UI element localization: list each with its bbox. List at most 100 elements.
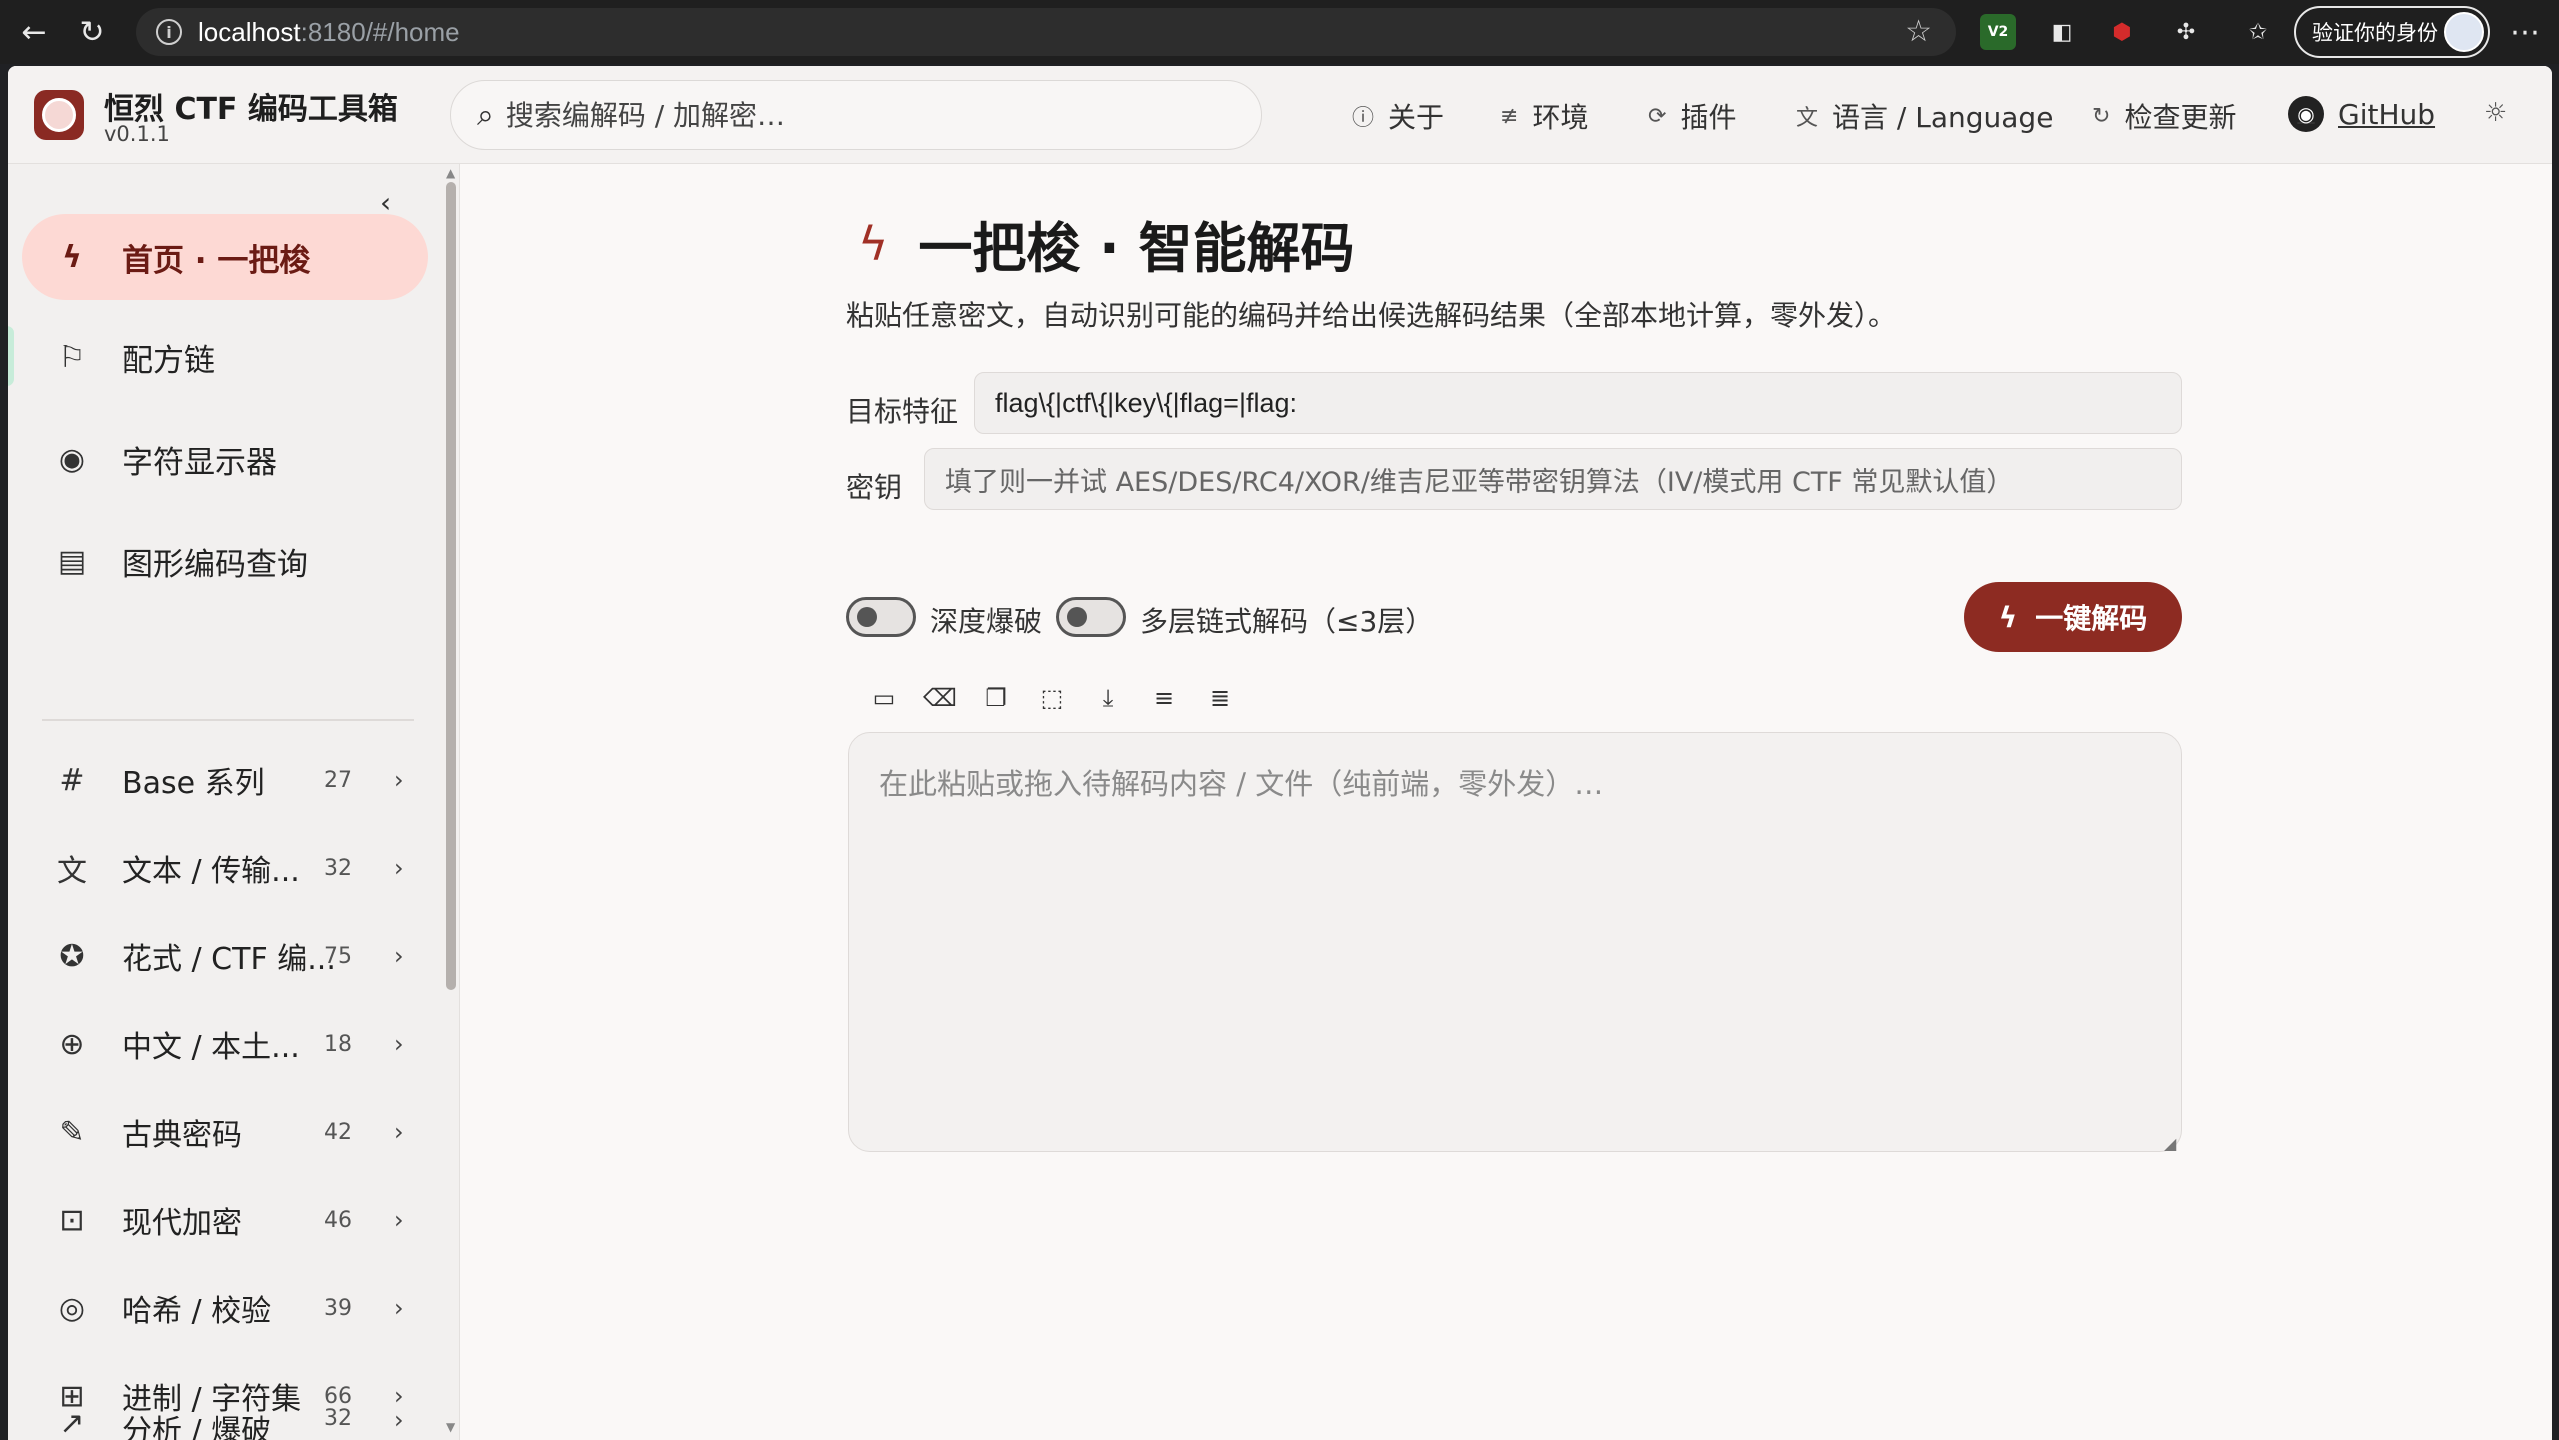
profile-button[interactable]: 验证你的身份 bbox=[2294, 6, 2490, 58]
flow-icon: ⚐ bbox=[58, 339, 86, 375]
url-host: localhost bbox=[198, 16, 301, 47]
target-label: 目标特征 bbox=[846, 395, 959, 428]
category-count: 27 bbox=[324, 767, 352, 793]
sidebar-divider bbox=[42, 719, 414, 721]
bookmark-star-icon[interactable]: ☆ bbox=[1905, 14, 1932, 49]
sidebar-item-home[interactable]: ϟ 首页 · 一把梭 bbox=[22, 214, 428, 300]
nav-about[interactable]: ⓘ 关于 bbox=[1352, 96, 1444, 136]
key-label: 密钥 bbox=[846, 471, 903, 504]
app-header: 恒烈 CTF 编码工具箱 v0.1.1 ⌕ ⓘ关于 ≢环境 ⟳插件 文语言 / … bbox=[8, 66, 2552, 164]
textarea-placeholder: 在此粘贴或拖入待解码内容 / 文件（纯前端，零外发）… bbox=[879, 767, 1604, 801]
category-count: 42 bbox=[324, 1119, 352, 1145]
remove-lines-icon[interactable]: ≡ bbox=[1136, 676, 1192, 720]
nav-github[interactable]: ◉ GitHub bbox=[2288, 96, 2435, 132]
avatar bbox=[2444, 12, 2484, 52]
sidebar-category-text[interactable]: 文 文本 / 传输... 32 › bbox=[22, 828, 428, 908]
nav-check-update[interactable]: ↻ 检查更新 bbox=[2092, 96, 2236, 136]
extension-cookie-icon[interactable]: ◧ bbox=[2044, 14, 2080, 50]
scroll-up-arrow-icon[interactable]: ▲ bbox=[446, 166, 455, 180]
sidebar-category-fancy[interactable]: ✪ 花式 / CTF 编... 75 › bbox=[22, 916, 428, 996]
one-click-decode-button[interactable]: ϟ 一键解码 bbox=[1964, 582, 2182, 652]
add-lines-icon[interactable]: ≣ bbox=[1192, 676, 1248, 720]
extensions-puzzle-icon[interactable]: ✣ bbox=[2168, 14, 2204, 50]
scroll-icon: ✎ bbox=[59, 1114, 85, 1150]
back-icon[interactable]: ← bbox=[10, 8, 58, 56]
info-icon: ⓘ bbox=[1352, 106, 1375, 131]
chevron-right-icon: › bbox=[394, 1118, 404, 1146]
url-text[interactable]: localhost:8180/#/home bbox=[198, 17, 460, 48]
translate-icon: 文 bbox=[1796, 106, 1819, 131]
paste-clipboard-icon[interactable]: ▭ bbox=[856, 676, 912, 720]
refresh-icon: ↻ bbox=[2092, 103, 2111, 129]
address-bar[interactable]: i localhost:8180/#/home ☆ bbox=[136, 8, 1956, 56]
key-input[interactable]: 填了则一并试 AES/DES/RC4/XOR/维吉尼亚等带密钥算法（IV/模式用… bbox=[924, 448, 2182, 510]
select-all-icon[interactable]: ⬚ bbox=[1024, 676, 1080, 720]
copy-icon[interactable]: ❐ bbox=[968, 676, 1024, 720]
scroll-down-arrow-icon[interactable]: ▼ bbox=[446, 1420, 455, 1434]
search-input[interactable] bbox=[505, 98, 1206, 132]
nav-github-label: GitHub bbox=[2338, 97, 2436, 131]
sidebar-item-graphic-lookup[interactable]: ▤ 图形编码查询 bbox=[22, 518, 428, 604]
category-count: 18 bbox=[324, 1031, 352, 1057]
category-label: 文本 / 传输... bbox=[122, 854, 300, 889]
category-label: 哈希 / 校验 bbox=[122, 1294, 272, 1329]
browser-menu-icon[interactable]: ⋯ bbox=[2500, 8, 2550, 56]
sidebar-item-label: 首页 · 一把梭 bbox=[122, 242, 311, 279]
globe-icon: ⊕ bbox=[59, 1026, 85, 1062]
chain-decode-label: 多层链式解码（≤3层） bbox=[1140, 605, 1434, 638]
favorites-icon[interactable]: ✩ bbox=[2240, 14, 2276, 50]
extension-ublock-icon[interactable]: ⬢ bbox=[2104, 14, 2140, 50]
chart-icon: ↗ bbox=[59, 1406, 85, 1440]
extension-v2-icon[interactable]: V2 bbox=[1980, 14, 2016, 50]
sidebar-category-classical[interactable]: ✎ 古典密码 42 › bbox=[22, 1092, 428, 1172]
sidebar-item-label: 字符显示器 bbox=[122, 444, 277, 481]
search-box[interactable]: ⌕ bbox=[450, 80, 1262, 150]
sliders-icon: ≢ bbox=[1500, 103, 1519, 129]
site-info-icon[interactable]: i bbox=[156, 19, 182, 45]
nav-language[interactable]: 文语言 / Language bbox=[1796, 96, 2053, 136]
nav-environment-label: 环境 bbox=[1532, 101, 1589, 134]
category-label: 现代加密 bbox=[122, 1206, 242, 1241]
sidebar-category-hash[interactable]: ◎ 哈希 / 校验 39 › bbox=[22, 1268, 428, 1348]
sidebar-scrollbar[interactable] bbox=[446, 182, 456, 990]
book-icon: ▤ bbox=[57, 543, 87, 579]
main-content: ϟ 一把梭 · 智能解码 粘贴任意密文，自动识别可能的编码并给出候选解码结果（全… bbox=[460, 164, 2552, 1440]
translate-icon: 文 bbox=[57, 854, 87, 889]
app-window: 恒烈 CTF 编码工具箱 v0.1.1 ⌕ ⓘ关于 ≢环境 ⟳插件 文语言 / … bbox=[8, 66, 2552, 1440]
reload-icon[interactable]: ↻ bbox=[68, 8, 116, 56]
category-count: 32 bbox=[324, 1406, 352, 1431]
cipher-input-textarea[interactable]: 在此粘贴或拖入待解码内容 / 文件（纯前端，零外发）… bbox=[848, 732, 2182, 1152]
github-icon: ◉ bbox=[2288, 96, 2324, 132]
category-label: 中文 / 本土... bbox=[122, 1030, 300, 1065]
nav-language-label: 语言 / Language bbox=[1832, 101, 2054, 134]
category-count: 32 bbox=[324, 855, 352, 881]
edge-handle bbox=[8, 326, 14, 386]
url-path: :8180/#/home bbox=[300, 16, 460, 47]
nav-plugins[interactable]: ⟳ 插件 bbox=[1648, 96, 1736, 136]
search-icon: ⌕ bbox=[477, 97, 494, 133]
category-label: Base 系列 bbox=[122, 766, 265, 801]
download-icon[interactable]: ⤓ bbox=[1080, 676, 1136, 720]
nav-environment[interactable]: ≢ 环境 bbox=[1500, 96, 1588, 136]
bolt-icon: ϟ bbox=[62, 239, 82, 275]
clear-icon[interactable]: ⌫ bbox=[912, 676, 968, 720]
hash-icon: # bbox=[59, 762, 85, 798]
resize-handle-icon[interactable]: ◢ bbox=[2164, 1134, 2176, 1153]
chain-decode-toggle[interactable] bbox=[1056, 597, 1126, 637]
theme-toggle-sun-icon[interactable]: ☼ bbox=[2484, 98, 2507, 128]
sidebar-category-modern[interactable]: ⊡ 现代加密 46 › bbox=[22, 1180, 428, 1260]
fingerprint-icon: ◎ bbox=[58, 1290, 86, 1326]
chevron-right-icon: › bbox=[394, 1030, 404, 1058]
sidebar-item-label: 图形编码查询 bbox=[122, 546, 308, 583]
sidebar-category-chinese[interactable]: ⊕ 中文 / 本土... 18 › bbox=[22, 1004, 428, 1084]
target-pattern-input[interactable]: flag\{|ctf\{|key\{|flag=|flag: bbox=[974, 372, 2182, 434]
sidebar-item-label: 配方链 bbox=[122, 342, 215, 379]
sidebar-item-char-viewer[interactable]: ◉ 字符显示器 bbox=[22, 416, 428, 502]
sidebar-category-base[interactable]: # Base 系列 27 › bbox=[22, 740, 428, 820]
nav-plugins-label: 插件 bbox=[1680, 101, 1737, 134]
sidebar-category-analysis[interactable]: ↗ 分析 / 爆破 32 › bbox=[22, 1404, 428, 1440]
category-label: 花式 / CTF 编... bbox=[122, 942, 336, 977]
deep-bruteforce-toggle[interactable] bbox=[846, 597, 916, 637]
chevron-right-icon: › bbox=[394, 1206, 404, 1234]
sidebar-item-recipe-chain[interactable]: ⚐ 配方链 bbox=[22, 314, 428, 400]
